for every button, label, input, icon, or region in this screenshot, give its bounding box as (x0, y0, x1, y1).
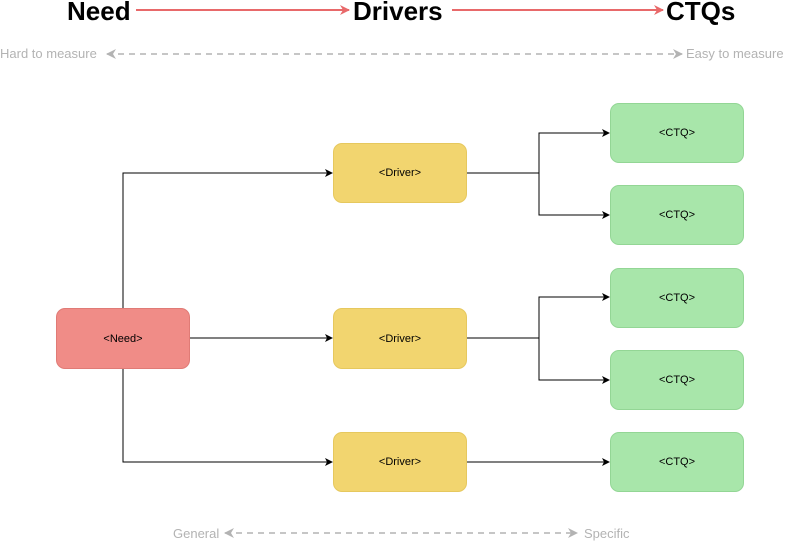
need-to-driver-1-connector (122, 169, 333, 308)
ctq-node[interactable]: <CTQ> (610, 350, 744, 410)
specific-label: Specific (584, 526, 630, 541)
ctq-node[interactable]: <CTQ> (610, 268, 744, 328)
driver-node[interactable]: <Driver> (333, 308, 467, 369)
driver-1-to-ctq-2-connector (538, 173, 610, 219)
driver-node[interactable]: <Driver> (333, 432, 467, 492)
specificity-scale-left-head (224, 528, 234, 538)
driver-2-to-ctq-4-connector (538, 338, 610, 384)
ctq-node[interactable]: <CTQ> (610, 185, 744, 245)
driver-node[interactable]: <Driver> (333, 143, 467, 203)
ctq-node[interactable]: <CTQ> (610, 432, 744, 492)
driver-2-to-ctq-3-connector (467, 293, 610, 339)
easy-to-measure-label: Easy to measure (686, 46, 784, 61)
hard-to-measure-label: Hard to measure (0, 46, 97, 61)
ctq-node-label: <CTQ> (658, 127, 696, 139)
stage-title-need: Need (67, 0, 131, 26)
driver-node-label: <Driver> (378, 167, 422, 179)
stage-title-ctqs: CTQs (666, 0, 736, 26)
general-label: General (173, 526, 220, 541)
measure-scale-left-head (106, 49, 116, 59)
driver-node-label: <Driver> (378, 332, 422, 345)
need-to-driver-3-connector (122, 368, 333, 466)
ctq-node-label: <CTQ> (658, 209, 696, 221)
stage-title-drivers: Drivers (353, 0, 443, 26)
ctq-node-label: <CTQ> (658, 374, 696, 386)
driver-1-to-ctq-1-connector (467, 129, 610, 174)
need-node[interactable]: <Need> (56, 308, 190, 369)
ctq-node-label: <CTQ> (658, 456, 696, 468)
need-node-label: <Need> (103, 332, 143, 345)
ctq-node-label: <CTQ> (658, 292, 696, 304)
ctq-node[interactable]: <CTQ> (610, 103, 744, 163)
driver-node-label: <Driver> (378, 456, 422, 468)
